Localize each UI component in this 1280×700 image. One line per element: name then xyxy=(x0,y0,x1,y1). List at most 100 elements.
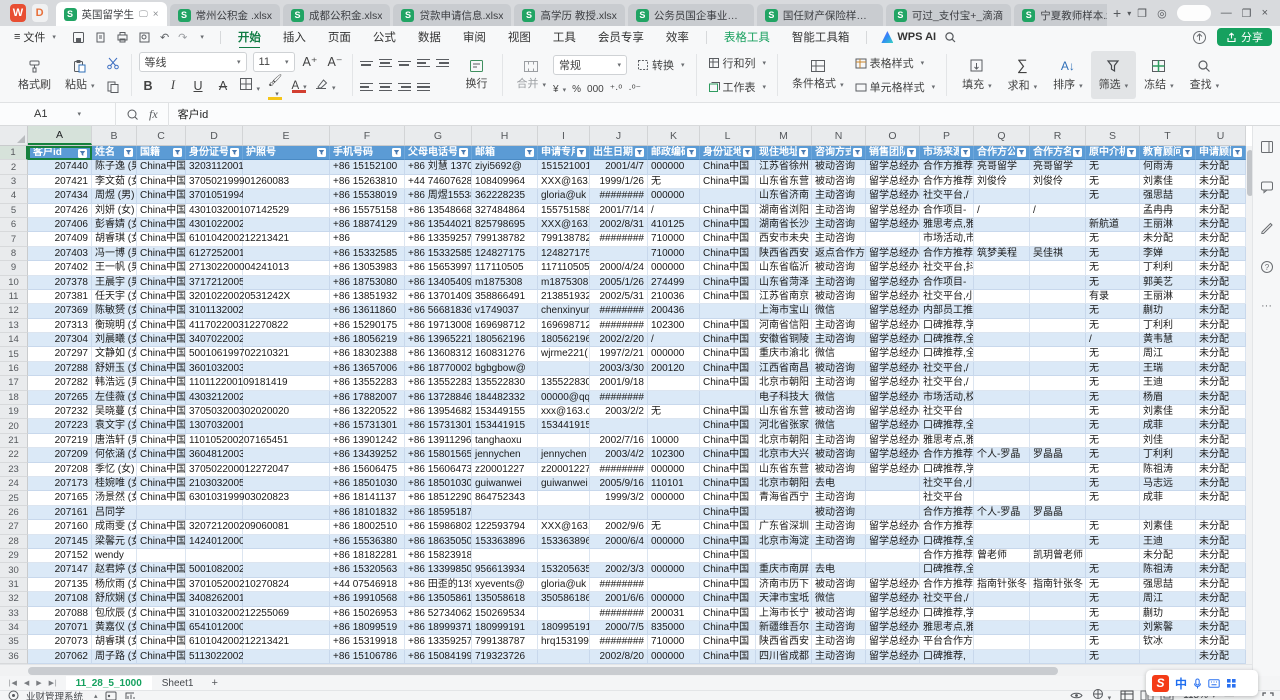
cell-D21[interactable]: 110105200207165451 xyxy=(186,434,243,448)
cell-N30[interactable]: 去电 xyxy=(812,563,866,577)
header-cell-C[interactable]: 国籍 xyxy=(137,146,186,160)
cell-K17[interactable] xyxy=(648,376,700,390)
header-filter-icon[interactable] xyxy=(853,148,862,157)
header-filter-icon[interactable] xyxy=(124,148,133,157)
cell-B19[interactable]: 吴晓蔓 (女 xyxy=(92,405,137,419)
cell-D6[interactable]: 430102200208315525 xyxy=(186,218,243,232)
cell-H30[interactable]: 956613934 xyxy=(472,563,538,577)
cell-D25[interactable]: 630103199903020823 xyxy=(186,491,243,505)
cell-J32[interactable]: 2001/6/6 xyxy=(590,592,648,606)
cell-O4[interactable]: 留学总经办 xyxy=(866,189,920,203)
pen-tools-icon[interactable] xyxy=(1260,220,1274,234)
cell-D36[interactable]: 511302200208200025 xyxy=(186,650,243,664)
cell-H3[interactable]: 108409964 xyxy=(472,175,538,189)
cell-G31[interactable]: +86 田歪的1395 xyxy=(405,578,472,592)
cut-icon[interactable] xyxy=(106,56,120,70)
cell-P36[interactable]: 口碑推荐, xyxy=(920,650,974,664)
cell-C13[interactable]: China中国 xyxy=(137,319,186,333)
header-filter-icon[interactable] xyxy=(230,148,239,157)
cell-N36[interactable]: 主动咨询 xyxy=(812,650,866,664)
table-style-button[interactable]: 表格样式▾ xyxy=(851,54,940,72)
cell-style-button[interactable]: 单元格样式▾ xyxy=(851,78,940,96)
cell-I33[interactable] xyxy=(538,607,590,621)
close-icon[interactable]: × xyxy=(153,9,159,20)
cell-F35[interactable]: +86 15319918 xyxy=(330,635,405,649)
keyboard-icon[interactable] xyxy=(1208,679,1220,688)
cell-G23[interactable]: +86 1560647386 xyxy=(405,463,472,477)
underline-button[interactable]: U xyxy=(189,79,208,93)
cell-H6[interactable]: 825798695 xyxy=(472,218,538,232)
cell-G9[interactable]: +86 1565399710 xyxy=(405,261,472,275)
cell-E29[interactable] xyxy=(243,549,330,563)
doc-tab[interactable]: S成都公积金.xlsx xyxy=(283,4,391,26)
first-sheet-icon[interactable]: ∣◀ xyxy=(8,679,17,687)
cell-G8[interactable]: +86 1533258550 xyxy=(405,247,472,261)
cell-D12[interactable]: 310113200211152925 xyxy=(186,304,243,318)
cell-A21[interactable]: 207219 xyxy=(28,434,92,448)
row-header-8[interactable]: 8 xyxy=(0,247,28,261)
cell-J18[interactable]: ######## xyxy=(590,391,648,405)
select-all-corner[interactable] xyxy=(0,126,28,145)
cell-N17[interactable]: 主动咨询 xyxy=(812,376,866,390)
cell-O12[interactable]: 留学总经办 xyxy=(866,304,920,318)
cell-A3[interactable]: 207421 xyxy=(28,175,92,189)
cell-E7[interactable] xyxy=(243,232,330,246)
cell-L13[interactable]: China中国 xyxy=(700,319,756,333)
cell-G35[interactable]: +86 1335925706 xyxy=(405,635,472,649)
row-header-22[interactable]: 22 xyxy=(0,448,28,462)
cell-J9[interactable]: 2000/4/24 xyxy=(590,261,648,275)
cell-B10[interactable]: 王晨宇 (男 xyxy=(92,276,137,290)
cell-T12[interactable]: 蒯玏 xyxy=(1140,304,1196,318)
cell-D24[interactable]: 210303200509160922 xyxy=(186,477,243,491)
row-header-28[interactable]: 28 xyxy=(0,535,28,549)
cell-M11[interactable]: 江苏省南京 xyxy=(756,290,812,304)
cell-A4[interactable]: 207434 xyxy=(28,189,92,203)
cell-E28[interactable] xyxy=(243,535,330,549)
minimize-button[interactable]: — xyxy=(1221,7,1232,19)
cell-P35[interactable]: 平台合作方 xyxy=(920,635,974,649)
cell-C31[interactable]: China中国 xyxy=(137,578,186,592)
tab-开始[interactable]: 开始 xyxy=(227,27,272,47)
cell-A31[interactable]: 207135 xyxy=(28,578,92,592)
cell-J28[interactable]: 2000/6/4 xyxy=(590,535,648,549)
doc-tab[interactable]: S宁夏教师样本.xlsx xyxy=(1014,4,1107,26)
cell-E36[interactable] xyxy=(243,650,330,664)
normal-view-icon[interactable] xyxy=(1120,690,1134,700)
cell-H7[interactable]: 799138782 xyxy=(472,232,538,246)
cell-N25[interactable]: 主动咨询 xyxy=(812,491,866,505)
cell-Q15[interactable] xyxy=(974,347,1030,361)
cell-G25[interactable]: +86 1851229020 xyxy=(405,491,472,505)
cell-C18[interactable]: China中国 xyxy=(137,391,186,405)
cell-K2[interactable]: 000000 xyxy=(648,160,700,174)
justify-icon[interactable] xyxy=(417,81,430,94)
header-cell-H[interactable]: 邮箱 xyxy=(472,146,538,160)
cell-C33[interactable]: China中国 xyxy=(137,607,186,621)
cell-K26[interactable] xyxy=(648,506,700,520)
cell-E27[interactable] xyxy=(243,520,330,534)
cell-E25[interactable] xyxy=(243,491,330,505)
search-icon[interactable] xyxy=(944,31,957,44)
cell-H21[interactable]: tanghaoxu xyxy=(472,434,538,448)
cell-K13[interactable]: 102300 xyxy=(648,319,700,333)
cell-B7[interactable]: 胡睿琪 (女 xyxy=(92,232,137,246)
cell-N14[interactable]: 主动咨询 xyxy=(812,333,866,347)
cell-P11[interactable]: 社交平台,小 xyxy=(920,290,974,304)
column-header-L[interactable]: L xyxy=(700,126,756,145)
cell-C23[interactable]: China中国 xyxy=(137,463,186,477)
cell-L19[interactable]: China中国 xyxy=(700,405,756,419)
cell-C30[interactable]: China中国 xyxy=(137,563,186,577)
cell-D7[interactable]: 610104200212213421 xyxy=(186,232,243,246)
increase-decimal-icon[interactable]: ⁺·⁰ xyxy=(610,84,623,95)
cell-M16[interactable]: 江西省南昌 xyxy=(756,362,812,376)
cell-C22[interactable]: China中国 xyxy=(137,448,186,462)
globe-icon[interactable]: ◎ xyxy=(1157,7,1167,20)
cell-B2[interactable]: 陈子逸 (男 xyxy=(92,160,137,174)
cell-S7[interactable]: 无 xyxy=(1086,232,1140,246)
cell-R12[interactable] xyxy=(1030,304,1086,318)
cell-T11[interactable]: 王丽淋 xyxy=(1140,290,1196,304)
cell-E5[interactable] xyxy=(243,204,330,218)
cell-T9[interactable]: 丁利利 xyxy=(1140,261,1196,275)
cell-T14[interactable]: 黄韦慧 xyxy=(1140,333,1196,347)
cell-J15[interactable]: 1997/2/21 xyxy=(590,347,648,361)
cell-G32[interactable]: +86 1350586186 xyxy=(405,592,472,606)
